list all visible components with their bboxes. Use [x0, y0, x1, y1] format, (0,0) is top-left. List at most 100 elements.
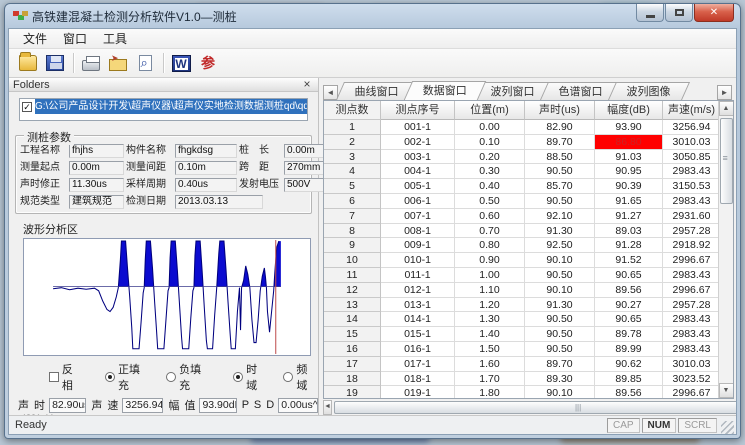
data-cell: 2996.67: [663, 283, 718, 298]
data-cell: 0.90: [455, 253, 525, 268]
row-number-cell: 6: [324, 194, 381, 209]
menu-tools[interactable]: 工具: [95, 28, 135, 49]
open-button[interactable]: [15, 51, 41, 75]
table-row[interactable]: 10010-10.9090.1091.522996.6757.6: [324, 253, 718, 268]
psd-field[interactable]: 0.00us^2/m: [278, 398, 318, 413]
horizontal-scroll-thumb[interactable]: [334, 401, 736, 414]
scroll-down-icon[interactable]: ▼: [719, 383, 734, 398]
param-field[interactable]: 建筑规范: [69, 195, 124, 209]
table-row[interactable]: 16016-11.5090.5089.992983.430.00: [324, 342, 718, 357]
close-button[interactable]: ✕: [694, 4, 734, 22]
invert-label: 反相: [62, 361, 84, 393]
row-number-cell: 12: [324, 283, 381, 298]
save-button[interactable]: [42, 51, 68, 75]
column-header[interactable]: 幅度(dB): [595, 101, 663, 120]
tab-wavetrain-image[interactable]: 波列图像: [608, 82, 690, 100]
data-cell: 2983.43: [663, 268, 718, 283]
table-row[interactable]: 12012-11.1090.1089.562996.671.60: [324, 283, 718, 298]
sound-speed-field[interactable]: 3256.94m/s: [122, 398, 163, 413]
preview-button[interactable]: [132, 51, 158, 75]
table-row[interactable]: 19019-11.8090.1089.562996.676.40: [324, 386, 718, 398]
data-cell: 016-1: [381, 342, 455, 357]
column-header[interactable]: 测点序号: [381, 101, 455, 120]
table-row[interactable]: 17017-11.6089.7090.623010.036.40: [324, 357, 718, 372]
data-cell: 91.30: [525, 224, 595, 239]
table-row[interactable]: 11011-11.0090.5090.652983.431.60: [324, 268, 718, 283]
folder-list[interactable]: ✓ G:\公司产品设计开发\超声仪器\超声仪实地检测数据测桩qd\qd03\qd…: [19, 98, 308, 121]
time-domain-radio[interactable]: [233, 372, 243, 382]
vertical-scroll-thumb[interactable]: [720, 118, 733, 204]
word-report-icon: W: [172, 55, 191, 72]
table-row[interactable]: 7007-10.6092.1091.272931.6025.6: [324, 209, 718, 224]
column-header[interactable]: 位置(m): [455, 101, 525, 120]
table-row[interactable]: 18018-11.7089.3089.853023.521.60: [324, 372, 718, 387]
row-number-cell: 15: [324, 327, 381, 342]
data-cell: 1.60: [455, 357, 525, 372]
table-row[interactable]: 5005-10.4085.7090.393150.53230.4: [324, 179, 718, 194]
param-field[interactable]: 0.40us: [175, 178, 237, 192]
minimize-button[interactable]: [636, 4, 664, 22]
table-row[interactable]: 3003-10.2088.5091.033050.8514.4: [324, 150, 718, 165]
table-row[interactable]: 8008-10.7091.3089.032957.286.40: [324, 224, 718, 239]
table-row[interactable]: 1001-10.0082.9093.903256.940.00: [324, 120, 718, 135]
table-row[interactable]: 15015-11.4090.5089.782983.430.00: [324, 327, 718, 342]
tab-scroll-right-icon[interactable]: ►: [717, 85, 732, 100]
table-row[interactable]: 13013-11.2091.3090.272957.2814.4: [324, 298, 718, 313]
table-row[interactable]: 6006-10.5090.5091.652983.43230.4: [324, 194, 718, 209]
column-header[interactable]: 测点数: [324, 101, 381, 120]
print-button[interactable]: [78, 51, 104, 75]
table-row[interactable]: 14014-11.3090.5090.652983.436.40: [324, 312, 718, 327]
scroll-left-icon[interactable]: ◄: [323, 400, 332, 415]
resize-grip[interactable]: [721, 421, 734, 434]
param-field[interactable]: 11.30us: [69, 178, 124, 192]
vertical-scrollbar[interactable]: ▲ ▼: [718, 101, 733, 398]
folders-caption[interactable]: Folders ×: [9, 78, 318, 92]
checkbox-checked-icon[interactable]: ✓: [22, 102, 32, 112]
waveform-plot[interactable]: [23, 238, 311, 356]
param-field[interactable]: 2013.03.13: [175, 195, 263, 209]
param-field[interactable]: 0.00m: [69, 161, 124, 175]
waveform-section-label: 波形分析区: [23, 221, 318, 237]
parameters-button[interactable]: 参: [195, 51, 221, 75]
data-cell: 89.30: [525, 372, 595, 387]
data-cell: 90.50: [525, 312, 595, 327]
table-row[interactable]: 9009-10.8092.5091.282918.9214.4: [324, 238, 718, 253]
save-icon: [46, 55, 64, 71]
invert-checkbox[interactable]: [49, 372, 59, 382]
data-cell: 91.65: [595, 194, 663, 209]
menu-window[interactable]: 窗口: [55, 28, 95, 49]
freq-domain-radio[interactable]: [283, 372, 293, 382]
pane-close-icon[interactable]: ×: [300, 78, 314, 91]
application-window: 高铁建混凝土检测分析软件V1.0—测桩 ✕ 文件 窗口 工具 W 参: [4, 3, 741, 439]
export-button[interactable]: [105, 51, 131, 75]
data-cell: 1.00: [455, 268, 525, 283]
data-cell: 001-1: [381, 120, 455, 135]
data-cell: 85.70: [525, 179, 595, 194]
table-row[interactable]: 4004-10.3090.5090.952983.4340.0: [324, 164, 718, 179]
data-cell: 1.40: [455, 327, 525, 342]
param-field[interactable]: fhjhs: [69, 144, 124, 158]
column-header[interactable]: 声速(m/s): [663, 101, 718, 120]
row-number-cell: 19: [324, 386, 381, 398]
data-cell: 90.50: [525, 194, 595, 209]
data-cell: 1.20: [455, 298, 525, 313]
table-row[interactable]: 2002-10.1089.7086.803010.03462.4: [324, 135, 718, 150]
folder-list-item[interactable]: ✓ G:\公司产品设计开发\超声仪器\超声仪实地检测数据测桩qd\qd03\qd…: [20, 99, 307, 114]
menu-file[interactable]: 文件: [15, 28, 55, 49]
horizontal-scrollbar[interactable]: ◄ ►: [323, 400, 734, 415]
fill-positive-radio[interactable]: [105, 372, 115, 382]
fill-negative-radio[interactable]: [166, 372, 176, 382]
maximize-button[interactable]: [665, 4, 693, 22]
tab-data-window[interactable]: 数据窗口: [404, 81, 486, 100]
data-cell: 1.50: [455, 342, 525, 357]
param-field[interactable]: 0.10m: [175, 161, 237, 175]
word-report-button[interactable]: W: [168, 51, 194, 75]
title-bar[interactable]: 高铁建混凝土检测分析软件V1.0—测桩 ✕: [5, 4, 740, 28]
scroll-up-icon[interactable]: ▲: [719, 101, 734, 116]
param-label: 规范类型: [20, 195, 67, 209]
param-field[interactable]: fhgkdsg: [175, 144, 237, 158]
column-header[interactable]: 声时(us): [525, 101, 595, 120]
amplitude-field[interactable]: 93.90dB: [199, 398, 236, 413]
folders-title: Folders: [13, 79, 50, 91]
sound-time-field[interactable]: 82.90us: [49, 398, 86, 413]
